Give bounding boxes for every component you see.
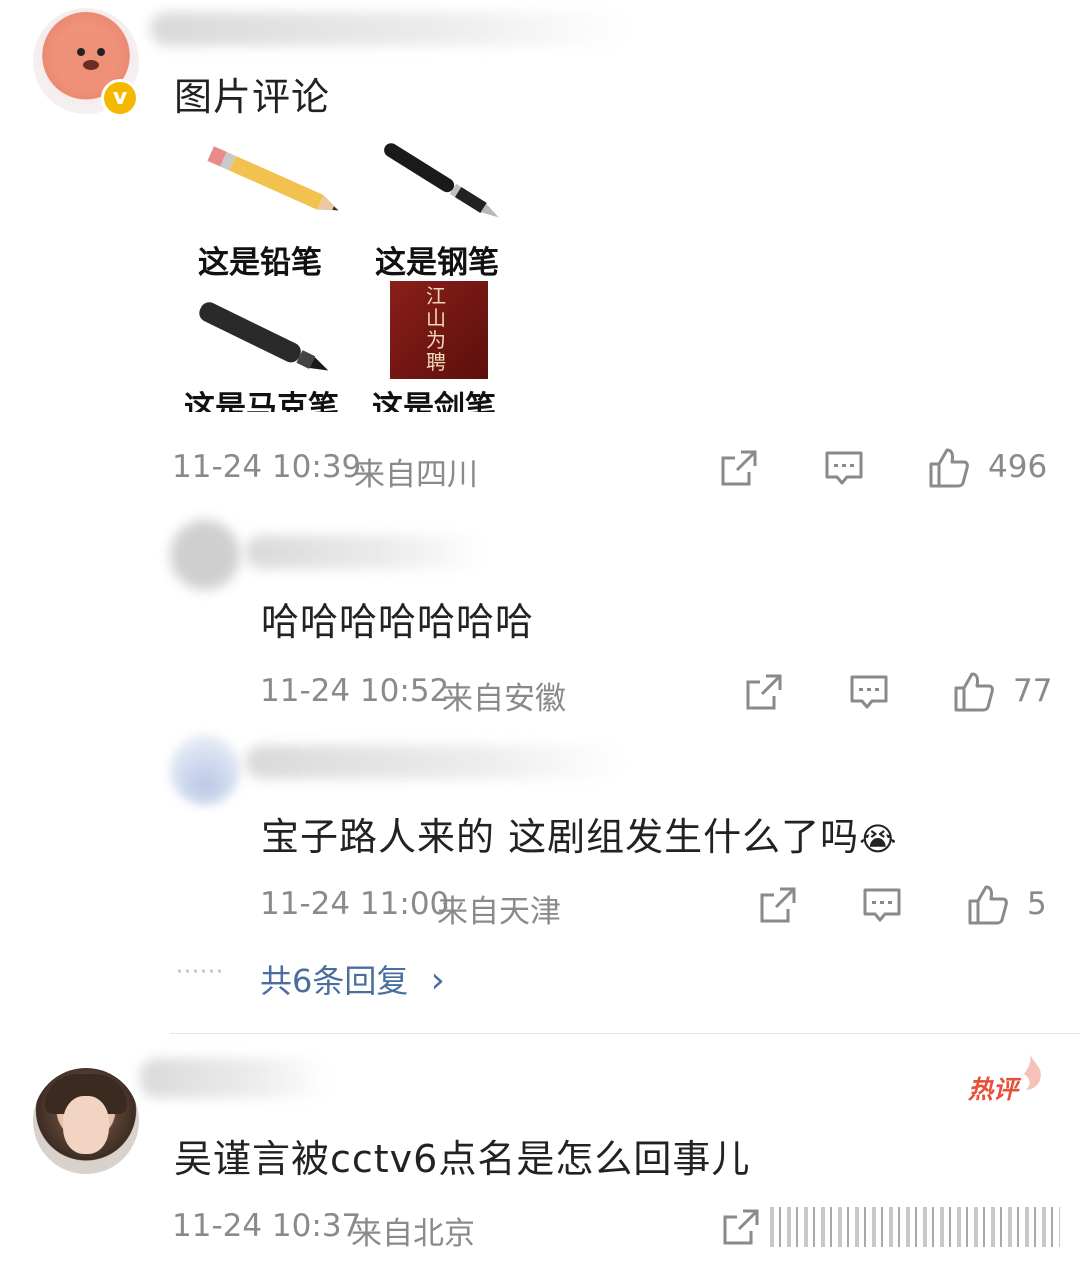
comment-time: 11-24 11:00 <box>260 886 450 922</box>
watermark-barcode <box>770 1207 1060 1247</box>
comment-icon[interactable] <box>862 885 902 925</box>
avatar[interactable] <box>170 520 240 590</box>
comment-text: 哈哈哈哈哈哈哈 <box>261 600 535 644</box>
share-icon[interactable] <box>721 1207 761 1247</box>
like-count: 496 <box>988 449 1048 485</box>
face <box>63 1096 109 1154</box>
comment-location: 来自四川 <box>354 457 478 493</box>
username-blurred[interactable] <box>140 1058 330 1098</box>
comment-icon[interactable] <box>824 448 864 488</box>
avatar[interactable] <box>170 735 240 805</box>
share-icon[interactable] <box>719 448 759 488</box>
beaver-nose <box>83 60 99 70</box>
like-icon[interactable] <box>966 883 1010 927</box>
drama-poster: 江山为聘 <box>390 281 488 379</box>
avatar[interactable] <box>33 1068 139 1174</box>
like-icon[interactable] <box>952 670 996 714</box>
comment-text: 吴谨言被cctv6点名是怎么回事儿 <box>174 1137 751 1181</box>
caption-pencil: 这是铅笔 <box>198 245 322 281</box>
comment-time: 11-24 10:37 <box>172 1208 362 1244</box>
username-blurred[interactable] <box>150 12 630 46</box>
divider <box>170 1033 1080 1034</box>
comment-time: 11-24 10:39 <box>172 449 362 485</box>
comment-time: 11-24 10:52 <box>260 673 450 709</box>
username-blurred[interactable] <box>245 535 485 569</box>
more-replies-link[interactable]: 共6条回复 › <box>260 956 445 1002</box>
caption-sword-pen: 这是剑笔 <box>372 390 496 412</box>
crying-emoji-icon: 😭 <box>859 820 898 858</box>
comment-text-content: 宝子路人来的 这剧组发生什么了吗 <box>261 815 860 859</box>
comment-location: 来自天津 <box>437 894 561 930</box>
caption-marker: 这是马克笔 <box>184 390 339 412</box>
flame-icon <box>1024 1054 1041 1090</box>
beaver-eye-left <box>77 48 85 56</box>
share-icon[interactable] <box>758 885 798 925</box>
beaver-eye-right <box>97 48 105 56</box>
comment-location: 来自北京 <box>351 1216 475 1252</box>
like-icon[interactable] <box>927 446 971 490</box>
fountain-pen-illustration <box>384 143 499 218</box>
comment-text: 宝子路人来的 这剧组发生什么了吗😭 <box>261 806 897 861</box>
comment-text: 图片评论 <box>174 75 331 119</box>
like-count: 77 <box>1013 673 1053 709</box>
caption-fountain-pen: 这是钢笔 <box>375 245 499 281</box>
more-replies-label: 共6条回复 <box>260 962 409 1000</box>
comment-image[interactable]: 这是铅笔 这是钢笔 江山为聘 这是马克笔 这是剑笔 <box>172 135 532 412</box>
comment-icon[interactable] <box>849 672 889 712</box>
share-icon[interactable] <box>744 672 784 712</box>
comment-location: 来自安徽 <box>442 681 566 717</box>
more-replies-dots: ······ <box>176 960 224 985</box>
marker-illustration <box>199 302 329 371</box>
poster-title: 江山为聘 <box>426 284 446 374</box>
like-count: 5 <box>1027 886 1047 922</box>
pencil-illustration <box>207 146 339 211</box>
verified-badge-icon: v <box>101 79 139 117</box>
chevron-right-icon: › <box>430 960 445 1001</box>
username-blurred[interactable] <box>245 745 625 779</box>
